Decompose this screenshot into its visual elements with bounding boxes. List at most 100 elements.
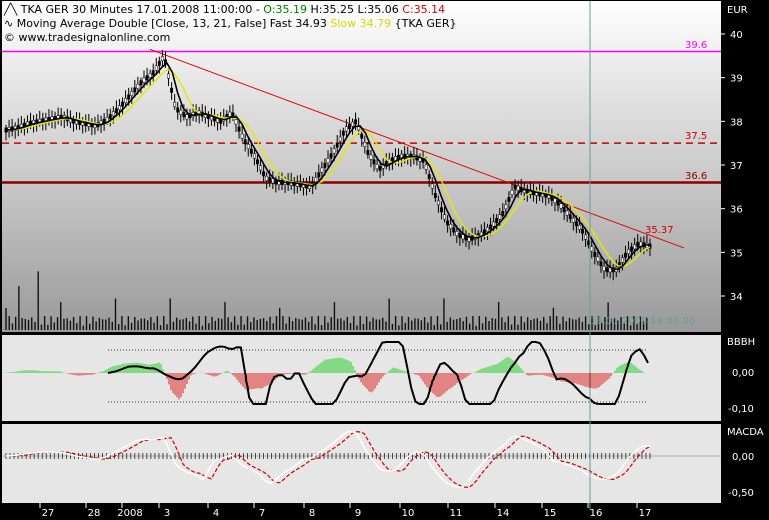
price-candle — [507, 197, 511, 202]
price-y-ticks: 40 39 38 37 36 35 34 — [721, 30, 743, 303]
price-candle — [237, 126, 241, 132]
price-candle — [556, 200, 560, 206]
price-tick-label: 35 — [730, 248, 743, 259]
macd-panel — [2, 424, 721, 503]
x-tick-label: 2008 — [117, 508, 142, 519]
price-candle — [495, 218, 499, 223]
low-value: 35.06 — [367, 3, 399, 16]
bbbh-tick-0: 0,00 — [732, 368, 754, 379]
price-candle — [559, 203, 563, 209]
x-tick-label: 14 — [497, 508, 510, 519]
price-tick-label: 34 — [730, 292, 743, 303]
price-candle — [111, 111, 115, 117]
price-candle — [234, 119, 238, 125]
price-candle — [118, 105, 121, 111]
price-tick-label: 36 — [730, 205, 743, 216]
price-candle — [344, 126, 348, 132]
price-candle — [375, 164, 379, 170]
price-candle — [489, 224, 492, 230]
price-candle — [633, 244, 637, 250]
price-candle — [620, 257, 624, 263]
price-candle — [360, 133, 364, 139]
price-candle — [124, 98, 128, 103]
ma-icon: ∿ — [4, 17, 17, 30]
open-label: O: — [263, 3, 276, 16]
x-tick-label: 15 — [544, 508, 557, 519]
price-candle — [482, 229, 486, 235]
price-tick-label: 40 — [730, 30, 743, 41]
price-candle — [326, 158, 330, 164]
indicator-name: Moving Average Double [Close, 13, 21, Fa… — [16, 17, 267, 30]
cursor-label: 16.01.2008 18:00:00 — [590, 316, 695, 327]
low-label: L: — [357, 3, 368, 16]
price-candle — [630, 246, 634, 252]
price-candle — [176, 107, 180, 113]
price-candle — [323, 162, 327, 168]
price-candle — [173, 102, 177, 107]
bbbh-label: BBBH — [727, 337, 755, 348]
price-candle — [320, 167, 324, 173]
price-candle — [145, 75, 149, 81]
price-candle — [228, 111, 232, 117]
price-candle — [170, 87, 174, 93]
price-candle — [605, 267, 609, 273]
price-candle — [185, 114, 189, 120]
price-candle — [127, 94, 131, 100]
level-label-36-6: 36.6 — [685, 171, 707, 182]
price-candle — [256, 159, 259, 165]
price-candle — [461, 234, 465, 240]
x-tick-label: 17 — [639, 508, 652, 519]
price-candle — [139, 80, 143, 86]
close-value: 35.14 — [413, 3, 446, 16]
price-candle — [501, 210, 505, 216]
x-tick-label: 16 — [590, 508, 603, 519]
price-candle — [372, 159, 376, 165]
price-candle — [314, 177, 318, 183]
price-candle — [513, 184, 517, 190]
price-candle — [565, 210, 569, 216]
x-tick-label: 11 — [450, 508, 463, 519]
header-line-2: ∿ Moving Average Double [Close, 13, 21, … — [4, 17, 456, 31]
macd-tick-1: -0,50 — [728, 488, 754, 499]
price-candle — [492, 221, 496, 227]
x-tick-label: 9 — [355, 508, 361, 519]
price-candle — [249, 148, 253, 154]
price-candle — [335, 142, 339, 148]
datetime: 17.01.2008 11:00:00 — [136, 3, 253, 16]
price-candle — [590, 246, 594, 252]
high-value: 35.25 — [322, 3, 354, 16]
price-candle — [599, 261, 603, 267]
price-candle — [332, 148, 336, 154]
high-label: H: — [310, 3, 323, 16]
currency-label: EUR — [727, 5, 748, 16]
price-candle — [424, 164, 428, 170]
price-candle — [142, 77, 146, 83]
symbol: TKA GER — [20, 3, 69, 16]
open-value: 35.19 — [275, 3, 307, 16]
price-candle — [568, 214, 572, 220]
price-candle — [498, 214, 502, 220]
price-candle — [571, 217, 575, 223]
price-candle — [486, 227, 489, 232]
fast-value: 34.93 — [295, 17, 327, 30]
indicator-ref: {TKA GER} — [394, 17, 457, 30]
price-candle — [458, 233, 462, 239]
price-candle — [317, 172, 321, 178]
price-candle — [446, 220, 450, 226]
price-candle — [443, 214, 446, 220]
price-candle — [246, 144, 250, 149]
price-candle — [151, 70, 155, 76]
fast-label: Fast — [269, 17, 292, 30]
x-tick-label: 3 — [164, 508, 170, 519]
price-candle — [265, 175, 269, 181]
price-tick-label: 37 — [730, 161, 743, 172]
price-candle — [430, 183, 434, 189]
price-candle — [329, 153, 333, 159]
slow-label: Slow — [330, 17, 357, 30]
price-candle — [378, 165, 382, 171]
x-tick-label: 7 — [259, 508, 265, 519]
price-candle — [105, 116, 109, 122]
price-candle — [593, 251, 597, 257]
price-candle — [596, 256, 600, 262]
price-candle — [348, 124, 351, 130]
